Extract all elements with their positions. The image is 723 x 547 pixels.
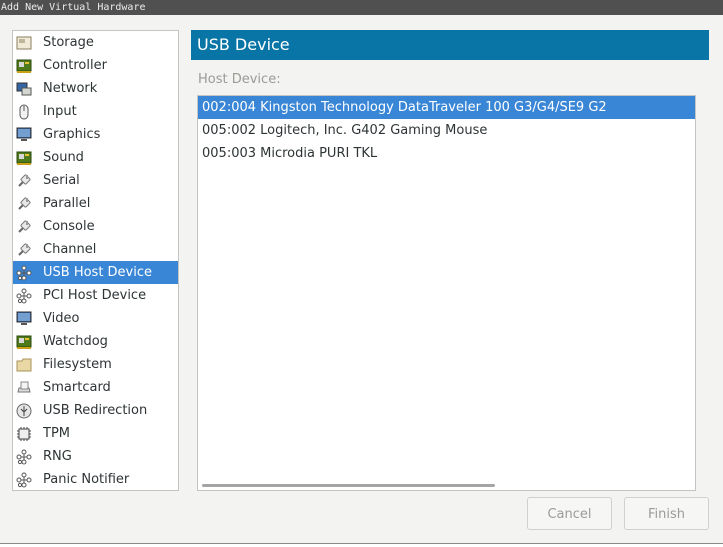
sidebar-item-label: Input	[43, 104, 77, 119]
console-plug-icon	[16, 219, 32, 235]
sidebar-item-video[interactable]: Video	[13, 307, 178, 330]
sidebar-item-serial[interactable]: Serial	[13, 169, 178, 192]
sidebar-item-filesystem[interactable]: Filesystem	[13, 353, 178, 376]
serial-plug-icon	[16, 173, 32, 189]
sidebar-item-label: Storage	[43, 35, 94, 50]
sound-card-icon	[16, 150, 32, 166]
finish-button[interactable]: Finish	[624, 497, 709, 530]
window-bottom-edge	[0, 543, 723, 547]
sidebar-item-label: Parallel	[43, 196, 91, 211]
channel-plug-icon	[16, 242, 32, 258]
video-monitor-icon	[16, 311, 32, 327]
sidebar-item-pci-host-device[interactable]: PCI Host Device	[13, 284, 178, 307]
sidebar-item-label: Channel	[43, 242, 97, 257]
sidebar-item-label: TPM	[43, 426, 70, 441]
sidebar-item-smartcard[interactable]: Smartcard	[13, 376, 178, 399]
sidebar-item-label: Network	[43, 81, 98, 96]
pci-device-icon	[16, 288, 32, 304]
sidebar-item-label: Smartcard	[43, 380, 111, 395]
usb-redirection-icon	[16, 403, 32, 419]
rng-device-icon	[16, 449, 32, 465]
monitor-icon	[16, 127, 32, 143]
hardware-type-list[interactable]: Storage Controller Network Input Graphics Sou…	[12, 30, 179, 491]
network-icon	[16, 81, 32, 97]
device-row[interactable]: 002:004 Kingston Technology DataTraveler…	[198, 96, 695, 119]
sidebar-item-parallel[interactable]: Parallel	[13, 192, 178, 215]
sidebar-item-panic-notifier[interactable]: Panic Notifier	[13, 468, 178, 491]
host-device-label: Host Device:	[198, 72, 281, 87]
sidebar-item-console[interactable]: Console	[13, 215, 178, 238]
sidebar-item-graphics[interactable]: Graphics	[13, 123, 178, 146]
sidebar-item-controller[interactable]: Controller	[13, 54, 178, 77]
sidebar-item-label: RNG	[43, 449, 72, 464]
sidebar-item-input[interactable]: Input	[13, 100, 178, 123]
host-device-list[interactable]: 002:004 Kingston Technology DataTraveler…	[197, 95, 696, 491]
sidebar-item-label: Panic Notifier	[43, 472, 130, 487]
page-title: USB Device	[191, 30, 709, 60]
sidebar-item-label: USB Redirection	[43, 403, 148, 418]
sidebar-item-label: Graphics	[43, 127, 101, 142]
sidebar-item-label: Video	[43, 311, 80, 326]
sidebar-item-usb-redirection[interactable]: USB Redirection	[13, 399, 178, 422]
sidebar-item-rng[interactable]: RNG	[13, 445, 178, 468]
parallel-plug-icon	[16, 196, 32, 212]
sidebar-item-tpm[interactable]: TPM	[13, 422, 178, 445]
horizontal-scrollbar[interactable]	[202, 484, 495, 487]
sidebar-item-usb-host-device[interactable]: USB Host Device	[13, 261, 178, 284]
chip-icon	[16, 426, 32, 442]
panic-notifier-icon	[16, 472, 32, 488]
sidebar-item-label: Sound	[43, 150, 84, 165]
mouse-icon	[16, 104, 32, 120]
folder-icon	[16, 357, 32, 373]
device-row[interactable]: 005:003 Microdia PURI TKL	[198, 142, 695, 165]
device-row[interactable]: 005:002 Logitech, Inc. G402 Gaming Mouse	[198, 119, 695, 142]
usb-device-icon	[16, 265, 32, 281]
sidebar-item-label: Console	[43, 219, 95, 234]
sidebar-item-label: USB Host Device	[43, 265, 153, 280]
cancel-button[interactable]: Cancel	[527, 497, 612, 530]
sidebar-item-network[interactable]: Network	[13, 77, 178, 100]
sidebar-item-storage[interactable]: Storage	[13, 31, 178, 54]
sidebar-item-label: Serial	[43, 173, 80, 188]
sidebar-item-label: Filesystem	[43, 357, 112, 372]
sidebar-item-label: Controller	[43, 58, 107, 73]
controller-icon	[16, 58, 32, 74]
window-title: Add New Virtual Hardware	[0, 0, 723, 15]
watchdog-card-icon	[16, 334, 32, 350]
storage-icon	[16, 35, 32, 51]
sidebar-item-watchdog[interactable]: Watchdog	[13, 330, 178, 353]
sidebar-item-label: PCI Host Device	[43, 288, 147, 303]
smartcard-reader-icon	[16, 380, 32, 396]
sidebar-item-channel[interactable]: Channel	[13, 238, 178, 261]
sidebar-item-sound[interactable]: Sound	[13, 146, 178, 169]
sidebar-item-label: Watchdog	[43, 334, 108, 349]
